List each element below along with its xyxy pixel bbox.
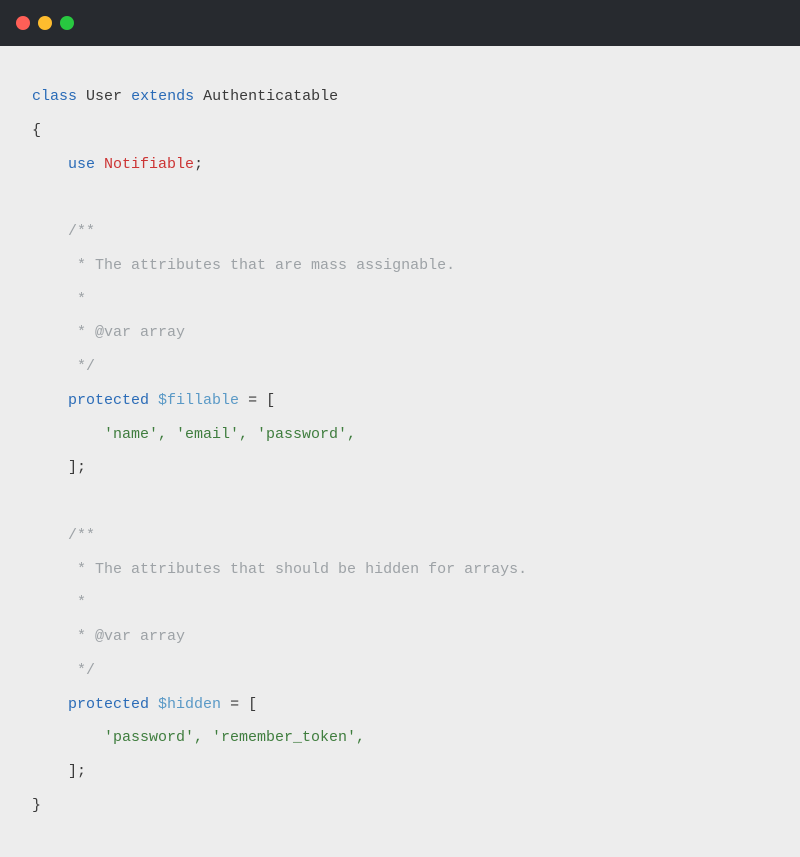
code-block: class User extends Authenticatable { use… xyxy=(0,46,800,857)
doc1-l1: * The attributes that are mass assignabl… xyxy=(68,257,455,274)
keyword-class: class xyxy=(32,88,77,105)
doc2-open: /** xyxy=(68,527,95,544)
trait-name: Notifiable xyxy=(104,156,194,173)
doc1-close: */ xyxy=(68,358,95,375)
parent-class: Authenticatable xyxy=(203,88,338,105)
doc2-l1: * The attributes that should be hidden f… xyxy=(68,561,527,578)
bracket-close-1: ]; xyxy=(68,459,86,476)
keyword-protected-2: protected xyxy=(68,696,149,713)
fullscreen-icon[interactable] xyxy=(60,16,74,30)
class-name: User xyxy=(86,88,122,105)
editor-window: class User extends Authenticatable { use… xyxy=(0,0,800,850)
eq-bracket-open-1: = [ xyxy=(239,392,275,409)
doc2-close: */ xyxy=(68,662,95,679)
semicolon-1: ; xyxy=(194,156,203,173)
bracket-close-2: ]; xyxy=(68,763,86,780)
var-hidden: $hidden xyxy=(158,696,221,713)
doc1-l2: * xyxy=(68,291,86,308)
keyword-extends: extends xyxy=(131,88,194,105)
close-icon[interactable] xyxy=(16,16,30,30)
doc1-open: /** xyxy=(68,223,95,240)
titlebar xyxy=(0,0,800,46)
keyword-protected-1: protected xyxy=(68,392,149,409)
doc2-l2: * xyxy=(68,594,86,611)
brace-close: } xyxy=(32,797,41,814)
doc1-l3: * @var array xyxy=(68,324,185,341)
doc2-l3: * @var array xyxy=(68,628,185,645)
minimize-icon[interactable] xyxy=(38,16,52,30)
fillable-values: 'name', 'email', 'password', xyxy=(104,426,356,443)
hidden-values: 'password', 'remember_token', xyxy=(104,729,365,746)
eq-bracket-open-2: = [ xyxy=(221,696,257,713)
keyword-use: use xyxy=(68,156,95,173)
brace-open: { xyxy=(32,122,41,139)
var-fillable: $fillable xyxy=(158,392,239,409)
